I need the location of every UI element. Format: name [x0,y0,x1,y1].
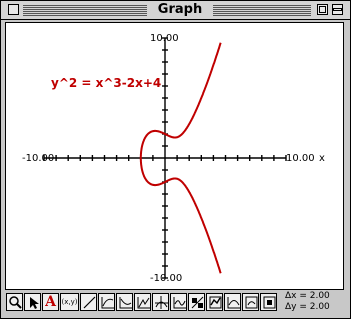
graph-tool-1-icon[interactable] [98,293,115,311]
graph-tool-4-icon[interactable] [152,293,169,311]
graph-tool-5-icon[interactable] [170,293,187,311]
graph-tool-3-icon[interactable] [134,293,151,311]
x-max-label: 10.00 [286,153,315,164]
y-max-label: 10.00 [150,33,179,44]
title-stripes-left [23,5,147,16]
zoom-box-icon[interactable] [317,4,328,15]
graph-window: Graph 10.00 -10.00 -10.00 10.00 x y^2 = … [0,0,351,319]
delta-x-readout: Δx = 2.00 [285,291,330,301]
graph-tool-2-icon[interactable] [116,293,133,311]
graph-tool-9-icon[interactable] [242,293,259,311]
zoom-tool-icon[interactable] [6,293,23,311]
line-tool-icon[interactable] [80,293,97,311]
text-tool-icon[interactable]: A [42,293,59,311]
x-min-label: -10.00 [22,153,55,164]
close-box-icon[interactable] [8,4,19,15]
delta-y-readout: Δy = 2.00 [285,302,330,312]
x-axis-variable: x [319,153,325,164]
y-min-label: -10.00 [150,273,183,284]
graph-tool-10-icon[interactable] [260,293,277,311]
curve-lower-branch [139,158,222,274]
curve-upper-branch [139,42,222,158]
pointer-tool-icon[interactable] [24,293,41,311]
graph-tool-6-icon[interactable] [188,293,205,311]
graph-canvas[interactable]: 10.00 -10.00 -10.00 10.00 x y^2 = x^3-2x… [5,22,344,290]
graph-tool-8-icon[interactable] [224,293,241,311]
window-title: Graph [151,1,209,19]
title-stripes-right [213,5,311,16]
toolbar: A (x,y) Δx = 2.00 Δy = 2.00 [5,291,344,314]
text-tool-glyph: A [45,294,56,310]
equation-label[interactable]: y^2 = x^3-2x+4 [51,76,161,90]
collapse-box-icon[interactable] [332,4,343,15]
coordinates-tool-icon[interactable]: (x,y) [60,293,79,311]
graph-tool-7-icon[interactable] [206,293,223,311]
coordinates-tool-glyph: (x,y) [61,298,78,306]
title-bar[interactable]: Graph [1,1,350,20]
